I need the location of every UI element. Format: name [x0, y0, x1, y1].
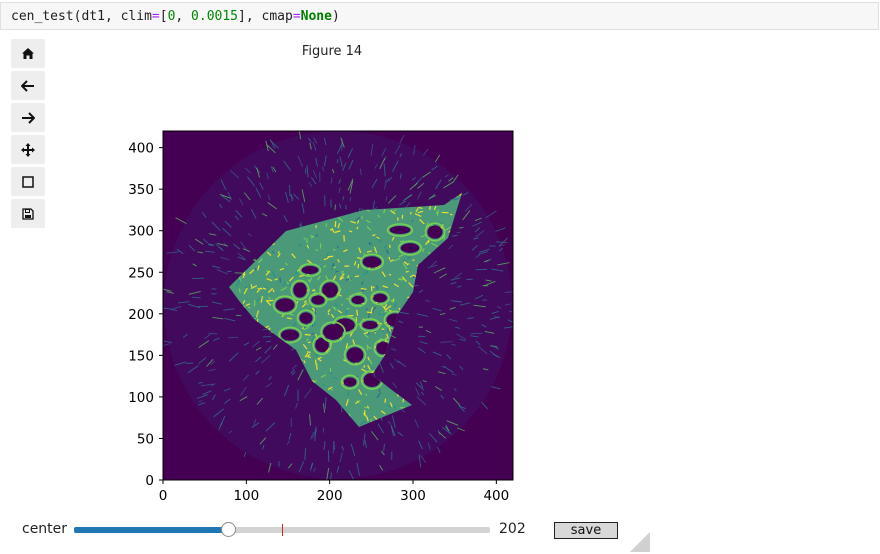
x-axis: 0 100 200 300 400: [159, 480, 509, 504]
texture-streak: [306, 238, 308, 244]
x-tick-label: 0: [159, 488, 168, 504]
texture-streak: [378, 388, 381, 392]
x-tick-label: 100: [233, 488, 259, 504]
slider-handle[interactable]: [221, 522, 236, 537]
pore: [275, 298, 295, 312]
slider-value: 202: [499, 521, 526, 537]
texture-streak: [363, 365, 366, 368]
y-tick-label: 250: [128, 265, 154, 281]
slider-initial-marker: [282, 524, 283, 536]
pore: [389, 225, 411, 235]
texture-streak: [306, 351, 311, 354]
texture-streak: [244, 286, 248, 289]
texture-streak: [354, 275, 360, 278]
y-tick-label: 100: [128, 390, 154, 406]
texture-streak: [303, 360, 306, 364]
x-tick-label: 400: [483, 488, 509, 504]
texture-streak: [365, 393, 368, 397]
texture-streak: [376, 285, 379, 290]
y-tick-label: 0: [145, 473, 154, 489]
pore: [299, 312, 313, 324]
texture-streak: [301, 327, 305, 329]
texture-streak: [340, 303, 343, 306]
texture-streak: [279, 277, 282, 283]
texture-streak: [366, 344, 369, 351]
y-tick-label: 350: [128, 182, 154, 198]
texture-streak: [254, 267, 257, 271]
resize-grip-icon[interactable]: [630, 532, 650, 552]
pore: [362, 320, 378, 330]
pore: [346, 347, 364, 363]
texture-streak: [253, 300, 256, 307]
texture-streak: [295, 270, 298, 275]
pore: [427, 225, 443, 239]
texture-streak: [332, 248, 336, 251]
y-tick-label: 50: [137, 431, 154, 447]
y-axis: 0 50 100 150 200 250 300 350 400: [128, 141, 163, 489]
noise-streak: [266, 340, 271, 343]
noise-streak: [418, 335, 426, 338]
texture-streak: [388, 256, 391, 260]
texture-streak: [372, 286, 375, 289]
texture-streak: [388, 273, 392, 276]
pore: [373, 293, 387, 303]
x-tick-label: 300: [400, 488, 426, 504]
image-area: [163, 131, 513, 480]
texture-streak: [315, 225, 317, 229]
texture-streak: [360, 288, 367, 290]
noise-streak: [192, 277, 205, 280]
x-tick-label: 200: [317, 488, 343, 504]
noise-streak: [496, 241, 508, 243]
y-tick-label: 300: [128, 224, 154, 240]
texture-streak: [238, 288, 241, 293]
pore: [301, 265, 319, 275]
noise-streak: [459, 226, 464, 229]
noise-streak: [226, 270, 232, 273]
texture-streak: [384, 398, 387, 403]
pore: [362, 256, 382, 268]
texture-streak: [286, 317, 292, 320]
save-button[interactable]: save: [554, 522, 618, 539]
texture-streak: [382, 329, 385, 333]
pore: [343, 377, 357, 387]
y-tick-label: 150: [128, 348, 154, 364]
texture-streak: [356, 309, 359, 316]
texture-streak: [407, 256, 412, 259]
texture-streak: [364, 406, 368, 409]
texture-streak: [398, 307, 401, 311]
center-slider[interactable]: [74, 522, 490, 537]
pore: [280, 329, 300, 341]
noise-streak: [334, 204, 336, 211]
pore: [400, 243, 420, 253]
pore: [293, 282, 307, 298]
slider-label: center: [22, 521, 68, 537]
noise-streak: [440, 341, 453, 343]
figure-canvas[interactable]: 0 100 200 300 400 0 50 100 150 200 250 300 350 400: [0, 0, 880, 554]
y-tick-label: 400: [128, 141, 154, 157]
texture-streak: [393, 405, 396, 409]
y-tick-label: 200: [128, 307, 154, 323]
noise-streak: [208, 243, 214, 246]
noise-streak: [324, 397, 327, 409]
slider-fill: [74, 527, 228, 533]
pore: [323, 324, 343, 340]
pore: [311, 295, 325, 305]
noise-streak: [349, 197, 352, 202]
pore: [351, 295, 365, 305]
texture-streak: [266, 299, 274, 302]
texture-streak: [304, 333, 311, 336]
texture-streak: [405, 270, 409, 273]
